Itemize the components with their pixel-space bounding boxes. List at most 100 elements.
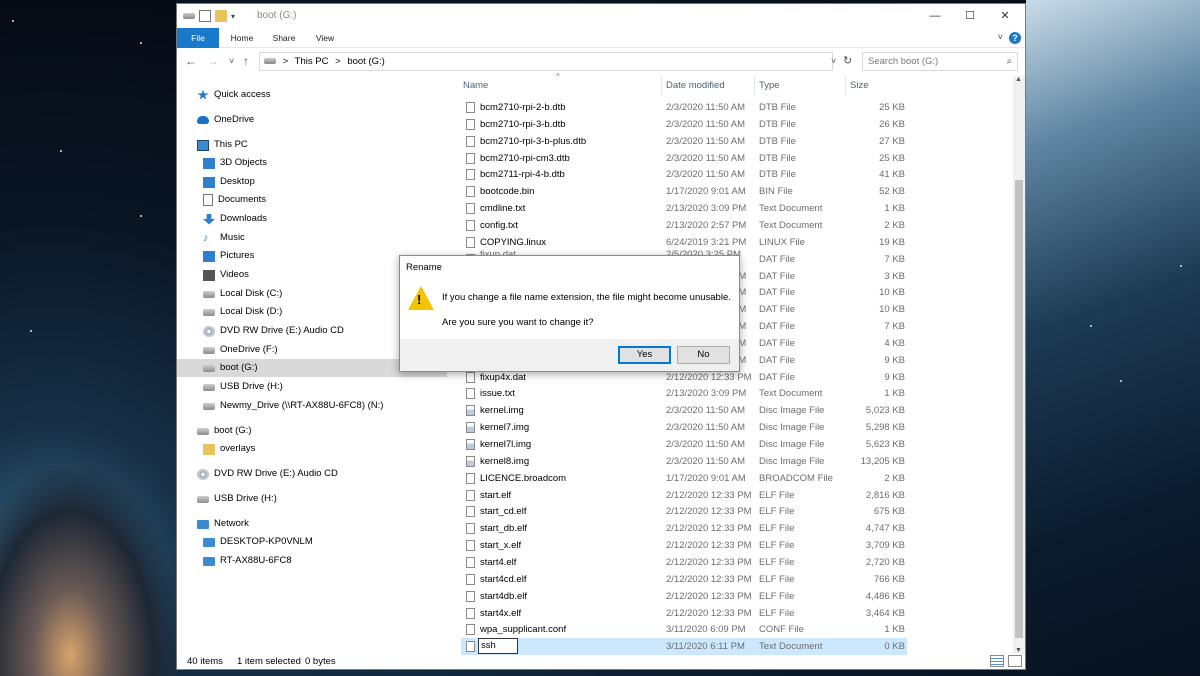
- file-row[interactable]: kernel.img 2/3/2020 11:50 AM Disc Image Fi…: [461, 402, 907, 419]
- minimize-button[interactable]: —: [915, 4, 955, 28]
- file-row[interactable]: bootcode.bin 1/17/2020 9:01 AM BIN File 52 …: [461, 183, 907, 200]
- file-row[interactable]: bcm2710-rpi-3-b.dtb 2/3/2020 11:50 AM DTB …: [461, 116, 907, 133]
- tab-view[interactable]: View: [311, 28, 339, 48]
- file-date: 2/12/2020 12:33 PM: [666, 556, 752, 568]
- file-size: 52 KB: [879, 186, 905, 198]
- recent-locations-button[interactable]: ˅: [229, 56, 234, 66]
- file-row[interactable]: start_x.elf 2/12/2020 12:33 PM ELF File 3,7…: [461, 537, 907, 554]
- file-row[interactable]: bcm2711-rpi-4-b.dtb 2/3/2020 11:50 AM DTB …: [461, 166, 907, 183]
- nav-item-local-disk-c[interactable]: Local Disk (C:): [203, 285, 282, 303]
- tab-share[interactable]: Share: [269, 28, 299, 48]
- nav-item-pictures[interactable]: Pictures: [203, 247, 254, 265]
- no-button[interactable]: No: [677, 346, 730, 364]
- column-divider[interactable]: [845, 76, 846, 96]
- nav-item-rt-ax88u[interactable]: RT-AX88U-6FC8: [203, 552, 292, 570]
- nav-item-desktop[interactable]: Desktop: [203, 173, 255, 191]
- search-input[interactable]: Search boot (G:) ⌕: [862, 52, 1018, 71]
- nav-item-usb-drive[interactable]: USB Drive (H:): [203, 378, 283, 396]
- forward-button[interactable]: →: [207, 54, 219, 68]
- scroll-up-icon[interactable]: ▲: [1015, 76, 1022, 83]
- file-row[interactable]: start_db.elf 2/12/2020 12:33 PM ELF File 4,…: [461, 520, 907, 537]
- file-type: ELF File: [759, 489, 795, 501]
- column-header-type[interactable]: Type: [757, 76, 845, 96]
- back-button[interactable]: ←: [185, 54, 197, 68]
- nav-item-videos[interactable]: Videos: [203, 266, 249, 284]
- file-row[interactable]: bcm2710-rpi-3-b-plus.dtb 2/3/2020 11:50 A…: [461, 133, 907, 150]
- drive-icon: [203, 346, 215, 354]
- properties-icon[interactable]: [199, 10, 211, 22]
- nav-item-downloads[interactable]: Downloads: [203, 210, 267, 228]
- file-date: 2/12/2020 12:33 PM: [666, 489, 752, 501]
- address-dropdown-button[interactable]: ˅: [831, 56, 836, 66]
- file-type: DAT File: [759, 321, 796, 333]
- column-header-size[interactable]: Size: [848, 76, 908, 96]
- file-type: DAT File: [759, 337, 796, 349]
- new-folder-icon[interactable]: [215, 10, 227, 22]
- nav-item-dvd-drive-root[interactable]: DVD RW Drive (E:) Audio CD: [197, 465, 338, 483]
- customize-toolbar-icon[interactable]: ▾: [231, 12, 235, 21]
- file-row[interactable]: kernel8.img 2/3/2020 11:50 AM Disc Image F…: [461, 453, 907, 470]
- nav-item-quick-access[interactable]: Quick access: [197, 86, 271, 104]
- file-name: start_db.elf: [480, 523, 527, 535]
- file-row[interactable]: config.txt 2/13/2020 2:57 PM Text Document…: [461, 217, 907, 234]
- breadcrumb-boot[interactable]: boot (G:): [347, 56, 385, 67]
- column-header-date[interactable]: Date modified: [664, 76, 754, 96]
- nav-item-network-drive[interactable]: Newmy_Drive (\\RT-AX88U-6FC8) (N:): [203, 397, 383, 415]
- file-row[interactable]: start_cd.elf 2/12/2020 12:33 PM ELF File 67…: [461, 503, 907, 520]
- rename-dialog: Rename ! If you change a file name exten…: [399, 255, 740, 372]
- nav-item-dvd-drive[interactable]: DVD RW Drive (E:) Audio CD: [203, 322, 344, 340]
- file-name: start_cd.elf: [480, 506, 527, 518]
- file-row[interactable]: LICENCE.broadcom 1/17/2020 9:01 AM BROADCO…: [461, 470, 907, 487]
- close-button[interactable]: ✕: [985, 4, 1025, 28]
- file-row[interactable]: start4db.elf 2/12/2020 12:33 PM ELF File 4,…: [461, 588, 907, 605]
- nav-item-this-pc[interactable]: This PC: [197, 136, 248, 154]
- file-row[interactable]: start4.elf 2/12/2020 12:33 PM ELF File 2,72…: [461, 554, 907, 571]
- nav-item-documents[interactable]: Documents: [203, 191, 266, 209]
- breadcrumb-this-pc[interactable]: This PC: [295, 56, 329, 67]
- details-view-icon[interactable]: [990, 655, 1004, 667]
- star-dot: [1180, 265, 1182, 267]
- nav-item-boot-g-root[interactable]: boot (G:): [197, 422, 252, 440]
- file-row[interactable]: start4x.elf 2/12/2020 12:33 PM ELF File 3,4…: [461, 605, 907, 622]
- file-date: 1/17/2020 9:01 AM: [666, 472, 746, 484]
- tab-file[interactable]: File: [177, 28, 219, 48]
- file-row[interactable]: bcm2710-rpi-cm3.dtb 2/3/2020 11:50 AM DTB …: [461, 150, 907, 167]
- tab-home[interactable]: Home: [227, 28, 257, 48]
- nav-item-onedrive-f[interactable]: OneDrive (F:): [203, 341, 278, 359]
- file-row[interactable]: kernel7.img 2/3/2020 11:50 AM Disc Image F…: [461, 419, 907, 436]
- nav-item-overlays[interactable]: overlays: [203, 440, 255, 458]
- scrollbar-thumb[interactable]: [1015, 180, 1023, 638]
- file-row[interactable]: bcm2710-rpi-2-b.dtb 2/3/2020 11:50 AM DTB …: [461, 99, 907, 116]
- refresh-button[interactable]: ↻: [843, 54, 852, 67]
- nav-label: Downloads: [220, 213, 267, 224]
- column-divider[interactable]: [754, 76, 755, 96]
- file-row[interactable]: start.elf 2/12/2020 12:33 PM ELF File 2,816…: [461, 487, 907, 504]
- address-input[interactable]: > This PC > boot (G:): [259, 52, 833, 71]
- file-row[interactable]: wpa_supplicant.conf 3/11/2020 6:09 PM CONF…: [461, 621, 907, 638]
- nav-label: USB Drive (H:): [214, 493, 277, 504]
- scroll-down-icon[interactable]: ▼: [1015, 647, 1022, 654]
- column-divider[interactable]: [661, 76, 662, 96]
- nav-item-music[interactable]: ♪ Music: [203, 229, 245, 247]
- yes-button[interactable]: Yes: [618, 346, 671, 364]
- file-row[interactable]: kernel7l.img 2/3/2020 11:50 AM Disc Image …: [461, 436, 907, 453]
- nav-item-desktop-kp0vnlm[interactable]: DESKTOP-KP0VNLM: [203, 533, 313, 551]
- large-icons-view-icon[interactable]: [1008, 655, 1022, 667]
- help-icon[interactable]: ?: [1009, 32, 1021, 44]
- file-date: 2/3/2020 11:50 AM: [666, 102, 746, 113]
- maximize-button[interactable]: ☐: [950, 4, 990, 28]
- file-row[interactable]: issue.txt 2/13/2020 3:09 PM Text Document 1…: [461, 385, 907, 402]
- nav-item-usb-drive-root[interactable]: USB Drive (H:): [197, 490, 277, 508]
- vertical-scrollbar[interactable]: ▲ ▼: [1013, 76, 1025, 654]
- expand-ribbon-icon[interactable]: ˅: [998, 32, 1003, 42]
- nav-item-onedrive[interactable]: OneDrive: [197, 111, 254, 129]
- file-row[interactable]: ssh 3/11/2020 6:11 PM Text Document 0 KB: [461, 638, 907, 656]
- file-row[interactable]: start4cd.elf 2/12/2020 12:33 PM ELF File 76…: [461, 571, 907, 588]
- rename-input[interactable]: ssh: [478, 638, 518, 655]
- up-button[interactable]: ↑: [243, 54, 249, 68]
- nav-item-local-disk-d[interactable]: Local Disk (D:): [203, 303, 282, 321]
- column-header-name[interactable]: Name: [461, 76, 661, 96]
- nav-item-3d-objects[interactable]: 3D Objects: [203, 154, 267, 172]
- file-row[interactable]: cmdline.txt 2/13/2020 3:09 PM Text Documen…: [461, 200, 907, 217]
- nav-item-network[interactable]: Network: [197, 515, 249, 533]
